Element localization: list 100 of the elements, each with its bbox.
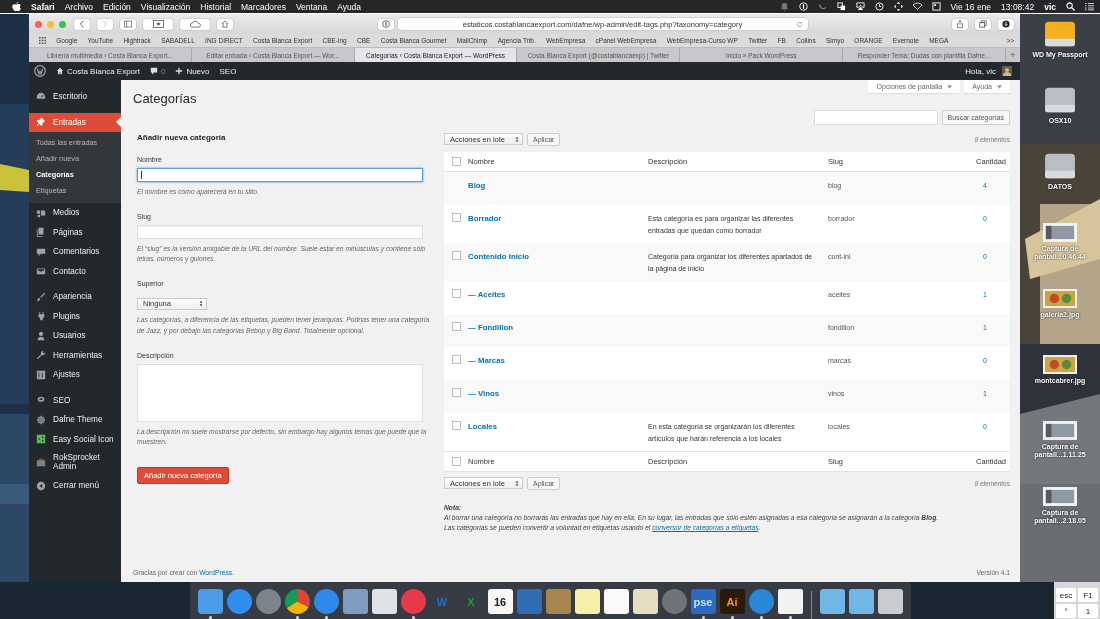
select-all-checkbox[interactable] [451,157,461,166]
tabs-icon [979,20,987,28]
list-icon[interactable] [1085,2,1094,11]
clock-icon[interactable] [874,2,884,11]
downloads-button[interactable] [998,18,1014,30]
share-button[interactable] [952,18,968,30]
search-icon[interactable] [1066,2,1075,11]
keyboard-key[interactable]: 1 [1078,604,1098,618]
description-field[interactable] [137,363,423,422]
sidebar-item[interactable]: Ajustes [29,365,121,385]
sidebar-item[interactable]: Dafne Theme [29,410,121,430]
site-name-link[interactable]: Costa Blanca Export [56,66,140,76]
screenshot-thumbnail[interactable] [1043,223,1077,242]
row-checkbox[interactable] [451,251,461,261]
new-content-link[interactable]: Nuevo [175,66,210,76]
drive-icon[interactable] [1043,152,1077,180]
dock-app-icon[interactable] [603,589,629,614]
sidebar-button[interactable] [120,18,136,30]
dock-app-icon[interactable] [371,589,397,614]
screenshot-thumbnail[interactable] [1043,487,1077,506]
keyboard-key[interactable]: F1 [1078,588,1098,602]
sidebar-item[interactable]: Medios [29,203,121,223]
account-link[interactable]: Hola, vic [965,66,1012,76]
moon-icon[interactable] [817,2,827,11]
text-field[interactable] [137,168,423,182]
top-sites-button[interactable] [143,18,173,30]
menubar-user[interactable]: vic [1044,1,1056,12]
sidebar-item[interactable]: Entradas [29,112,121,132]
menubar-date[interactable]: Vie 16 ene [950,1,992,12]
wordpress-logo-icon[interactable] [34,65,46,77]
screenshot-thumbnail[interactable] [1043,421,1077,440]
menu-item[interactable]: Ayuda [337,1,362,12]
dock-app-icon[interactable]: 16 [487,589,513,614]
arrows-icon[interactable] [893,2,903,11]
back-button[interactable] [74,18,90,30]
drive-icon[interactable] [1043,20,1077,48]
row-checkbox[interactable] [451,289,461,299]
sidebar-item[interactable]: Plugins [29,306,121,326]
dock-app-icon[interactable]: pse [690,589,716,614]
menu-item[interactable]: Marcadores [241,1,286,12]
wifi-icon[interactable] [912,2,922,11]
grid-icon[interactable] [39,37,46,44]
menu-item[interactable]: Visualización [140,1,191,12]
dock-app-icon[interactable] [777,589,803,614]
seo-link[interactable]: SEO [219,66,237,76]
dock-app-icon[interactable] [848,589,874,614]
sidebar-item[interactable]: Comentarios [29,242,121,262]
keyboard-key[interactable]: esc [1056,588,1076,602]
menubar-clock[interactable]: 13:08:42 [1001,1,1035,12]
photo-thumbnail[interactable] [1043,289,1077,308]
plus-icon [175,67,184,75]
windows-icon[interactable] [836,2,846,11]
keyboard-key[interactable]: ° [1056,604,1076,618]
row-checkbox[interactable] [451,355,461,365]
select-all-checkbox[interactable] [451,457,461,467]
keyhole-icon [381,20,390,28]
menu-title[interactable]: Safari [31,1,55,12]
sidebar-item[interactable]: Contacto [29,261,121,281]
photo-thumbnail[interactable] [1043,355,1077,374]
sidebar-item[interactable]: Escritorio [29,87,121,107]
display-icon[interactable] [931,2,941,11]
dock-divider [810,591,812,619]
dock-app-icon[interactable] [574,589,600,614]
menu-item[interactable]: Historial [200,1,232,12]
menu-item[interactable]: Edición [102,1,131,12]
apple-logo-icon[interactable] [12,1,21,12]
comments-link[interactable]: 0 [149,66,166,76]
home-button[interactable] [217,18,233,30]
row-checkbox[interactable] [451,421,461,431]
dock-app-icon[interactable]: Ai [719,589,745,614]
dock-app-icon[interactable] [632,589,658,614]
password-button[interactable] [377,18,394,30]
sidebar-item[interactable]: RokSprocket Admin [29,449,121,476]
airplay-icon[interactable] [855,2,865,11]
collapse-icon [36,480,46,491]
menu-item[interactable]: Ventana [295,1,328,12]
dock-app-icon[interactable] [819,589,845,614]
sidebar-item[interactable]: Usuarios [29,326,121,346]
row-checkbox[interactable] [451,213,461,222]
cloud-button[interactable] [180,18,210,30]
drive-icon[interactable] [1043,86,1077,114]
sidebar-item[interactable]: Easy Social Icon [29,429,121,449]
close-button[interactable] [35,20,42,28]
sidebar-item[interactable]: SEO [29,390,121,410]
menu-item[interactable]: Archivo [64,1,93,12]
search-field[interactable] [813,110,938,125]
sidebar-item[interactable]: Páginas [29,222,121,242]
sidebar-item[interactable]: Apariencia [29,287,121,307]
envelope-icon [36,266,46,277]
bell-icon[interactable] [779,2,789,11]
tabs-button[interactable] [975,18,991,30]
row-checkbox[interactable] [451,322,461,332]
row-checkbox[interactable] [451,388,461,398]
dock-app-icon[interactable] [284,589,310,614]
cloud-icon [189,20,201,28]
sidebar-item[interactable]: Cerrar menú [29,475,121,496]
sidebar-item[interactable]: Herramientas [29,345,121,365]
keyhole-icon[interactable] [798,2,808,11]
new-tab-button[interactable]: + [1005,48,1020,62]
dock-app-icon[interactable] [877,589,903,614]
